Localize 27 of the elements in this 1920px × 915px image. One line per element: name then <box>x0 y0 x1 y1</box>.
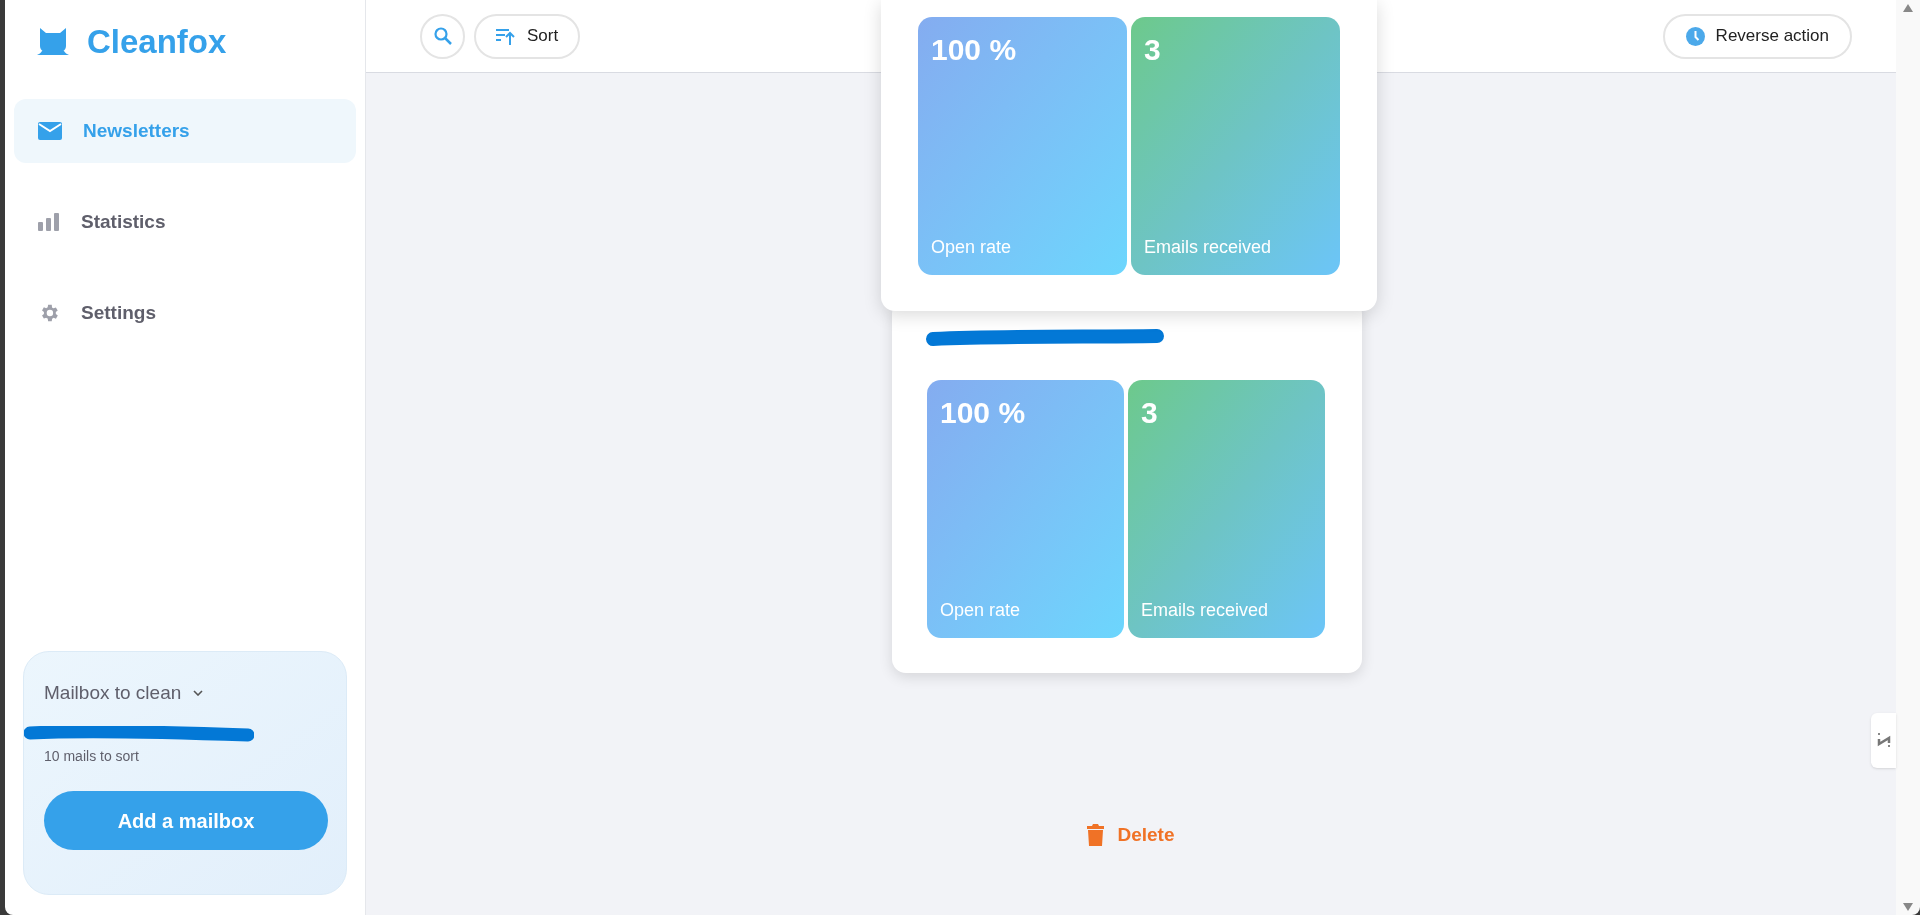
stat-label: Open rate <box>931 236 1013 259</box>
fox-head-icon <box>37 28 69 56</box>
side-handle[interactable] <box>1871 713 1896 768</box>
nav-item[interactable]: Settings <box>14 281 356 345</box>
scroll-up-icon[interactable] <box>1903 4 1913 12</box>
nav-item[interactable]: Statistics <box>14 190 356 254</box>
mailbox-dropdown[interactable]: Mailbox to clean <box>44 680 326 706</box>
stat-value: 3 <box>1141 395 1159 431</box>
stat-label: Emails received <box>1144 236 1273 259</box>
sort-button[interactable]: Sort <box>474 13 581 59</box>
reverse-action-button[interactable]: Reverse action <box>1662 13 1852 59</box>
stat-value: 100 % <box>931 32 1018 68</box>
stat-label: Emails received <box>1141 599 1270 622</box>
envelope-icon <box>38 122 62 140</box>
logo-text: Cleanfox <box>87 22 227 63</box>
mail-count: 10 mails to sort <box>44 747 140 766</box>
search-button[interactable] <box>420 13 465 59</box>
trash-icon <box>1087 824 1105 847</box>
bar-chart-icon <box>38 213 60 231</box>
clock-icon <box>1685 26 1705 46</box>
search-icon <box>433 27 452 45</box>
stat-value: 3 <box>1144 32 1162 68</box>
stat-label: Open rate <box>940 599 1022 622</box>
stat-value: 100 % <box>940 395 1027 431</box>
chevron-down-icon <box>193 690 204 696</box>
scroll-down-icon[interactable] <box>1903 903 1913 911</box>
sort-icon <box>496 27 515 45</box>
